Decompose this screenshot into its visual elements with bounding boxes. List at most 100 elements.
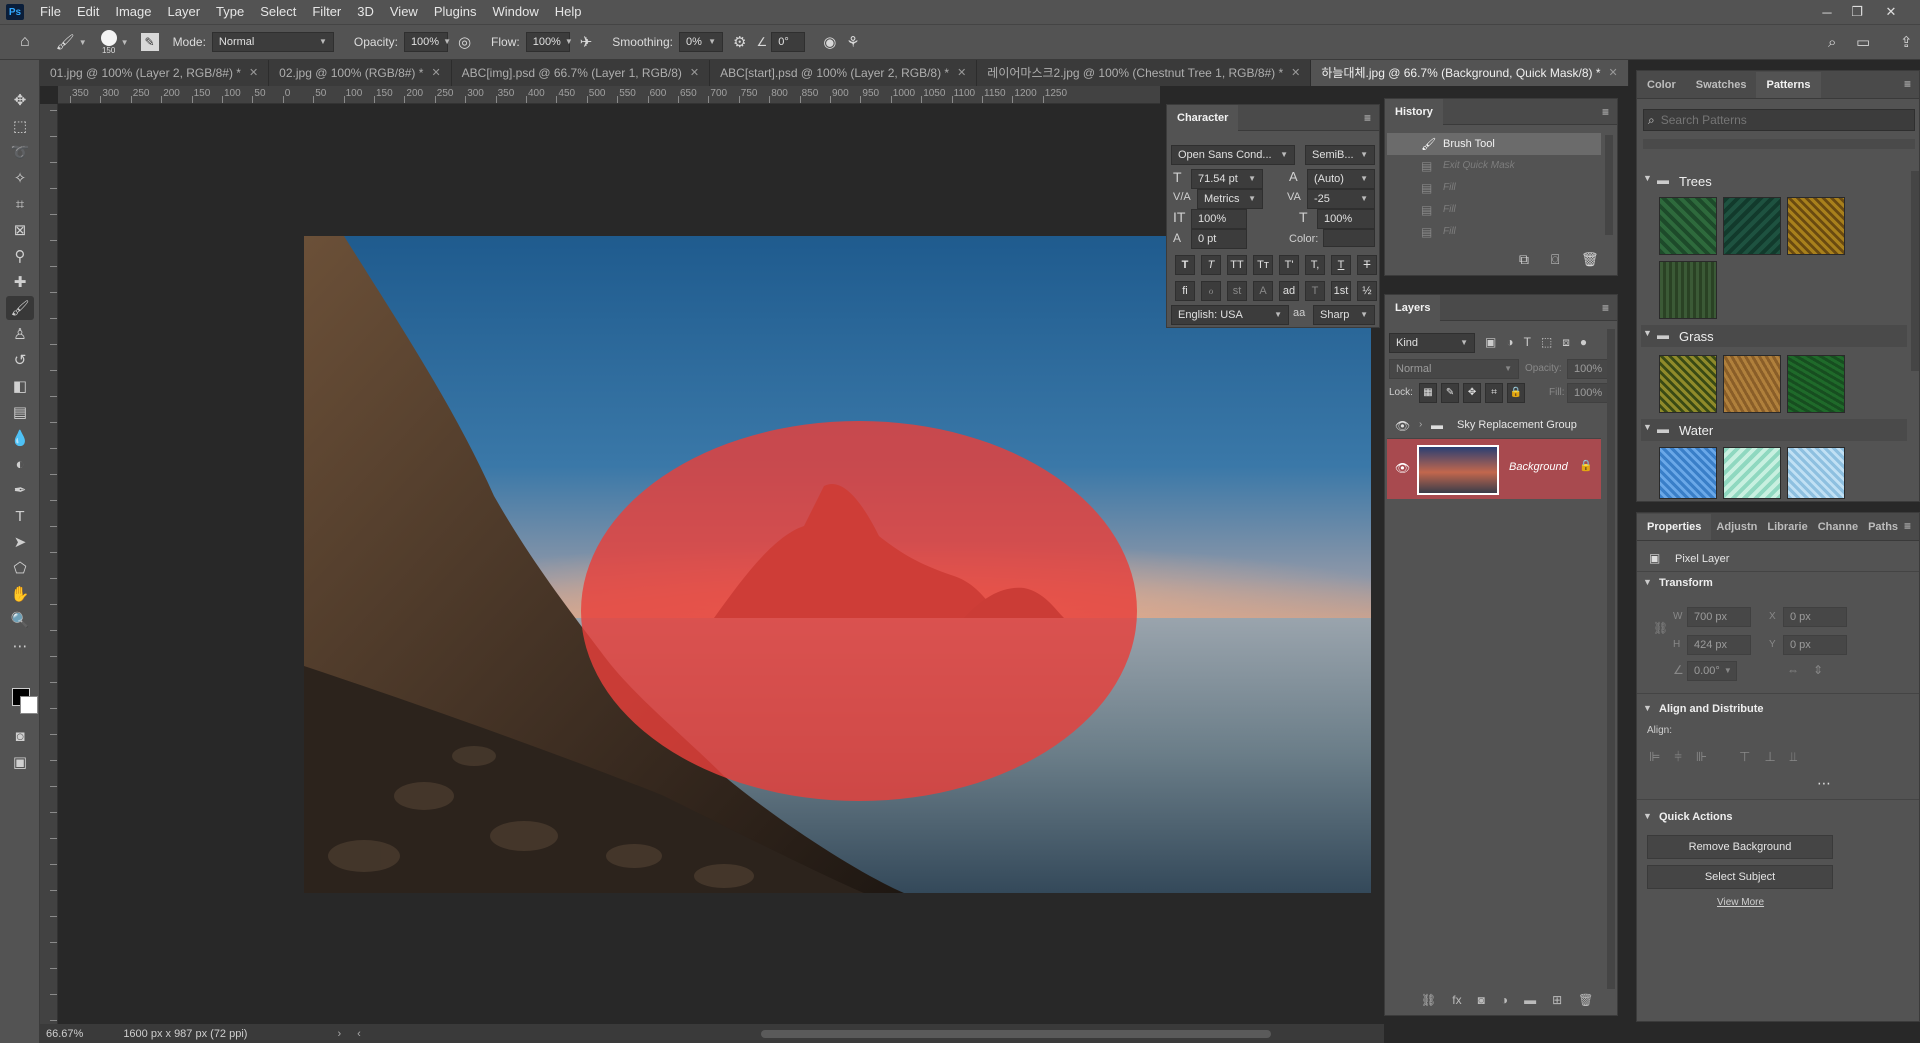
pressure-size-icon[interactable]: ◉: [823, 33, 836, 51]
gear-icon[interactable]: ⚙: [733, 33, 746, 51]
history-brush-tool-icon[interactable]: ↺: [6, 348, 34, 372]
tab-character[interactable]: Character: [1167, 104, 1239, 131]
trash-icon[interactable]: 🗑: [1581, 251, 1599, 268]
doc-tab-01[interactable]: 01.jpg @ 100% (Layer 2, RGB/8#) * ✕: [40, 60, 270, 86]
align-center-icon[interactable]: ⫩: [1674, 749, 1681, 765]
horizontal-scrollbar[interactable]: [760, 1029, 1271, 1038]
menu-select[interactable]: Select: [252, 0, 304, 24]
ligatures-button[interactable]: fi: [1175, 281, 1195, 301]
horizontal-scale-field[interactable]: 100%: [1317, 209, 1375, 229]
history-item[interactable]: ▤ Exit Quick Mask: [1387, 155, 1601, 177]
close-icon[interactable]: ✕: [957, 60, 966, 86]
width-field[interactable]: 700 px: [1687, 607, 1751, 627]
lock-artboard-icon[interactable]: ⌗: [1485, 383, 1503, 403]
symmetry-icon[interactable]: ⚘: [846, 33, 859, 51]
eye-icon[interactable]: 👁: [1395, 419, 1410, 433]
tab-layers[interactable]: Layers: [1385, 294, 1441, 321]
chevron-right-icon[interactable]: ›: [337, 1028, 341, 1040]
align-section-title[interactable]: Align and Distribute: [1659, 703, 1764, 715]
doc-tab-02[interactable]: 02.jpg @ 100% (RGB/8#) * ✕: [269, 60, 452, 86]
pixel-filter-icon[interactable]: ▣: [1485, 335, 1496, 350]
layer-fill-field[interactable]: 100%: [1567, 383, 1609, 403]
smart-object-filter-icon[interactable]: ⧈: [1562, 335, 1570, 350]
frame-tool-icon[interactable]: ⊠: [6, 218, 34, 242]
kerning-field[interactable]: Metrics ▼: [1197, 189, 1263, 209]
eyedropper-tool-icon[interactable]: ⚲: [6, 244, 34, 268]
antialias-select[interactable]: Sharp ▼: [1313, 305, 1375, 325]
close-icon[interactable]: ✕: [1291, 60, 1300, 86]
brush-tool-icon[interactable]: 🖌: [6, 296, 34, 320]
chevron-down-icon[interactable]: ▼: [1643, 422, 1652, 432]
font-style-select[interactable]: SemiB... ▼: [1305, 145, 1375, 165]
leading-field[interactable]: (Auto) ▼: [1307, 169, 1375, 189]
background-color-swatch[interactable]: [20, 696, 38, 714]
shape-tool-icon[interactable]: ⬠: [6, 556, 34, 580]
trash-icon[interactable]: 🗑: [1578, 993, 1593, 1007]
layers-scrollbar[interactable]: [1607, 329, 1615, 989]
select-subject-button[interactable]: Select Subject: [1647, 865, 1833, 889]
align-bottom-icon[interactable]: ⫫: [1790, 749, 1797, 765]
chevron-down-icon[interactable]: ▼: [1643, 328, 1652, 338]
opacity-field[interactable]: 100% ▼: [403, 32, 451, 52]
minimize-icon[interactable]: ─: [1814, 0, 1840, 24]
camera-icon[interactable]: ⌼: [1551, 251, 1559, 268]
brush-preset-icon[interactable]: 🖌: [56, 33, 75, 51]
tab-paths[interactable]: Paths: [1863, 514, 1903, 540]
airbrush-icon[interactable]: ✈: [580, 33, 593, 51]
close-icon[interactable]: ✕: [690, 60, 699, 86]
zoom-level[interactable]: 66.67%: [46, 1028, 83, 1040]
eye-icon[interactable]: 👁: [1395, 461, 1410, 475]
close-icon[interactable]: ✕: [249, 60, 258, 86]
ordinals-button[interactable]: 1st: [1331, 281, 1351, 301]
doc-tab-sky-replace[interactable]: 하늘대체.jpg @ 66.7% (Background, Quick Mask…: [1311, 60, 1629, 86]
stylistic-alternates-button[interactable]: ad: [1279, 281, 1299, 301]
alternates-button[interactable]: ℴ: [1201, 281, 1221, 301]
pattern-swatch[interactable]: [1723, 355, 1781, 413]
blend-mode-select[interactable]: Normal ▼: [1389, 359, 1519, 379]
document-image[interactable]: [304, 236, 1371, 893]
chevron-left-icon[interactable]: ‹: [357, 1028, 361, 1040]
font-family-select[interactable]: Open Sans Cond... ▼: [1171, 145, 1295, 165]
font-size-field[interactable]: 71.54 pt ▼: [1191, 169, 1263, 189]
dodge-tool-icon[interactable]: ◐: [6, 452, 34, 476]
remove-background-button[interactable]: Remove Background: [1647, 835, 1833, 859]
chevron-down-icon[interactable]: ▼: [1643, 173, 1652, 183]
pressure-opacity-icon[interactable]: ◎: [458, 33, 471, 51]
patterns-scrollbar[interactable]: [1911, 171, 1919, 371]
layer-row-sky-group[interactable]: 👁 › ▬ Sky Replacement Group: [1387, 413, 1601, 439]
menu-layer[interactable]: Layer: [160, 0, 209, 24]
layer-opacity-field[interactable]: 100%: [1567, 359, 1609, 379]
quick-select-tool-icon[interactable]: ✧: [6, 166, 34, 190]
add-mask-icon[interactable]: ◙: [1478, 993, 1485, 1007]
close-icon[interactable]: ✕: [431, 60, 440, 86]
lock-all-icon[interactable]: 🔒: [1507, 383, 1525, 403]
tab-color[interactable]: Color: [1637, 72, 1686, 98]
menu-window[interactable]: Window: [484, 0, 546, 24]
align-top-icon[interactable]: ⊤: [1739, 749, 1750, 765]
doc-tab-abc-start[interactable]: ABC[start].psd @ 100% (Layer 2, RGB/8) *…: [710, 60, 978, 86]
search-icon[interactable]: ⌕: [1828, 34, 1836, 51]
flip-horizontal-icon[interactable]: ⇔: [1787, 663, 1799, 677]
tab-adjustments[interactable]: Adjustn: [1711, 514, 1762, 540]
tab-channels[interactable]: Channe: [1813, 514, 1863, 540]
text-color-swatch[interactable]: [1323, 229, 1375, 247]
pattern-swatch[interactable]: [1787, 197, 1845, 255]
menu-filter[interactable]: Filter: [304, 0, 349, 24]
quick-mask-icon[interactable]: ◙: [6, 724, 34, 748]
new-layer-icon[interactable]: ⊞: [1552, 993, 1562, 1007]
search-input[interactable]: [1660, 113, 1891, 127]
menu-plugins[interactable]: Plugins: [426, 0, 485, 24]
adjustment-layer-icon[interactable]: ◑: [1501, 993, 1508, 1007]
menu-edit[interactable]: Edit: [69, 0, 107, 24]
brush-size-picker[interactable]: 150: [100, 29, 117, 55]
flip-vertical-icon[interactable]: ⇕: [1813, 663, 1823, 677]
chevron-down-icon[interactable]: ▼: [79, 38, 87, 47]
height-field[interactable]: 424 px: [1687, 635, 1751, 655]
menu-help[interactable]: Help: [547, 0, 590, 24]
gradient-tool-icon[interactable]: ▤: [6, 400, 34, 424]
more-options-icon[interactable]: ⋯: [1817, 775, 1831, 792]
history-item[interactable]: ▤ Fill: [1387, 177, 1601, 199]
pattern-swatch[interactable]: [1659, 197, 1717, 255]
faux-bold-button[interactable]: T: [1175, 255, 1195, 275]
crop-tool-icon[interactable]: ⌗: [6, 192, 34, 216]
